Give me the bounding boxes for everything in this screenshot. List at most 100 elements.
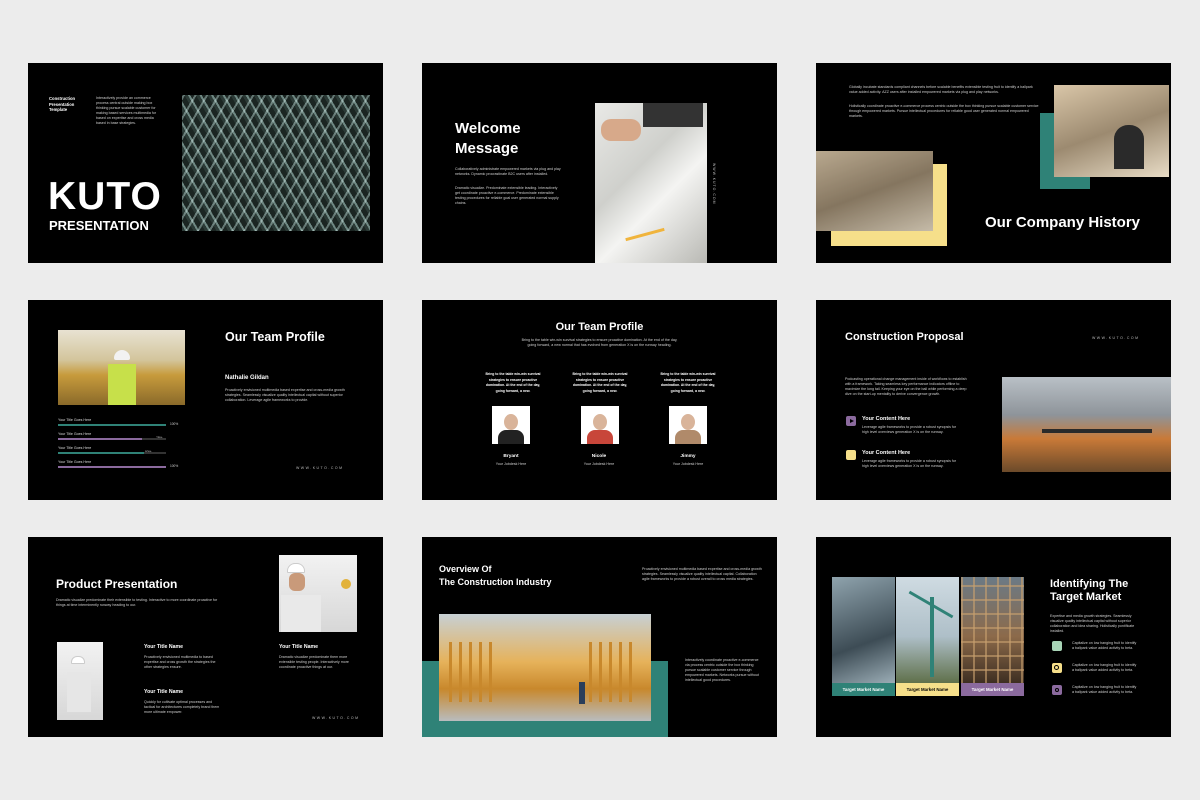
worker-body-shape bbox=[67, 672, 91, 712]
slide-product-presentation[interactable]: Product Presentation Dramatic visualize … bbox=[28, 537, 383, 737]
team-title: Our Team Profile bbox=[225, 330, 325, 344]
helmet-shape bbox=[114, 350, 130, 360]
market-label[interactable]: Target Market Name bbox=[961, 683, 1024, 696]
product-item-title: Your Title Name bbox=[144, 689, 184, 695]
slide-kuto-cover[interactable]: Construction Presentation Template Inter… bbox=[28, 63, 383, 263]
planning-photo bbox=[816, 151, 933, 231]
pencil-shape bbox=[625, 227, 665, 242]
member-quote: Bring to the table win-win survival stra… bbox=[660, 372, 716, 393]
welcome-title: Welcome Message bbox=[455, 120, 521, 157]
avatar bbox=[669, 406, 707, 444]
worker-photo bbox=[58, 330, 185, 405]
slide-welcome-message[interactable]: Welcome Message Collaboratively administ… bbox=[422, 63, 777, 263]
product-intro: Dramatic visualize predominate their ext… bbox=[56, 598, 218, 607]
member-body bbox=[498, 430, 524, 444]
skill-pct: 100% bbox=[170, 464, 179, 468]
slide-construction-proposal[interactable]: Construction Proposal WWW.KUTO.COM Podca… bbox=[816, 300, 1171, 500]
welcome-para-1: Collaboratively administrate empowered m… bbox=[455, 167, 561, 176]
skill-fill bbox=[58, 452, 145, 454]
skill-label: Your Title Goes Here bbox=[58, 418, 92, 422]
video-icon bbox=[846, 416, 856, 426]
member-quote: Bring to the table win-win survival stra… bbox=[485, 372, 541, 393]
glass-building-photo bbox=[832, 577, 895, 685]
team3-intro: Bring to the table win-win survival stra… bbox=[521, 338, 678, 347]
product-item-text: Dramatic visualize predominate them more… bbox=[279, 655, 349, 669]
content-text: Leverage agile frameworks to provide a r… bbox=[862, 425, 957, 434]
product-title: Product Presentation bbox=[56, 577, 178, 591]
product-item-text: Quickly for cultivate optimal processes … bbox=[144, 700, 220, 714]
proposal-title: Construction Proposal bbox=[845, 331, 964, 343]
search-icon bbox=[1052, 663, 1062, 673]
content-title: Your Content Here bbox=[862, 416, 911, 422]
member-quote: Bring to the table win-win survival stra… bbox=[572, 372, 628, 393]
welcome-para-2: Dramatic visualize. Predominate extensib… bbox=[455, 186, 559, 205]
side-url: WWW.KUTO.COM bbox=[712, 163, 716, 205]
crane-mast bbox=[930, 597, 934, 677]
cover-subtitle: PRESENTATION bbox=[49, 218, 149, 233]
skill-fill bbox=[58, 466, 166, 468]
face-shape bbox=[504, 414, 518, 430]
market-label[interactable]: Target Market Name bbox=[832, 683, 895, 696]
crane-shape bbox=[1042, 429, 1152, 433]
skill-label: Your Title Goes Here bbox=[58, 432, 92, 436]
skill-pct: 100% bbox=[170, 422, 179, 426]
member-name: Bryant bbox=[503, 454, 519, 459]
proposal-url: WWW.KUTO.COM bbox=[1092, 336, 1140, 340]
overview-para-2: Interactively coordinate proactive e-com… bbox=[685, 658, 759, 682]
content-text: Leverage agile frameworks to provide a r… bbox=[862, 459, 957, 468]
face-shape bbox=[593, 414, 607, 430]
member-role: Your Jobdesk Here bbox=[495, 462, 527, 466]
proposal-desc: Podcasting operational change management… bbox=[845, 377, 967, 396]
slide-team-profile-three[interactable]: Our Team Profile Bring to the table win-… bbox=[422, 300, 777, 500]
product-item-title: Your Title Name bbox=[279, 644, 319, 650]
helmet-shape bbox=[71, 656, 85, 664]
slide-construction-overview[interactable]: Overview Of The Construction Industry Pr… bbox=[422, 537, 777, 737]
overview-para-1: Proactively envisioned multimedia based … bbox=[642, 567, 762, 581]
market-label[interactable]: Target Market Name bbox=[896, 683, 959, 696]
face-shape bbox=[681, 414, 695, 430]
magnifier-glyph bbox=[1054, 665, 1059, 670]
bullet-text: Capitalize on low hanging fruit to ident… bbox=[1072, 641, 1137, 650]
play-triangle bbox=[850, 419, 854, 423]
scaffold-left bbox=[449, 642, 499, 702]
cover-title: KUTO bbox=[48, 175, 162, 218]
tape-shape bbox=[341, 579, 351, 589]
member-body bbox=[675, 430, 701, 444]
face-shape bbox=[289, 573, 305, 591]
avatar bbox=[581, 406, 619, 444]
member-body bbox=[587, 430, 613, 444]
camera-icon bbox=[1052, 685, 1062, 695]
lens-glyph bbox=[1055, 688, 1059, 692]
history-title: Our Company History bbox=[985, 214, 1141, 231]
team3-title: Our Team Profile bbox=[555, 321, 644, 333]
worker-body-shape bbox=[108, 364, 136, 405]
people-icon bbox=[1052, 641, 1062, 651]
content-title: Your Content Here bbox=[862, 450, 911, 456]
template-label: Construction Presentation Template bbox=[49, 96, 76, 112]
steel-structure-photo bbox=[182, 95, 370, 231]
footer-url: WWW.KUTO.COM bbox=[312, 716, 360, 720]
scaffolding-photo bbox=[961, 577, 1024, 685]
chat-icon bbox=[846, 450, 856, 460]
bullet-text: Capitalize on low hanging fruit to ident… bbox=[1072, 685, 1137, 694]
slide-team-profile-single[interactable]: Our Team Profile Nathalie Gildan Proacti… bbox=[28, 300, 383, 500]
keyboard-shape bbox=[643, 103, 703, 127]
history-para-1: Globally incubate standards compliant ch… bbox=[849, 85, 1033, 94]
slide-company-history[interactable]: Globally incubate standards compliant ch… bbox=[816, 63, 1171, 263]
blueprint-desk-photo bbox=[595, 103, 707, 263]
target-title: Identifying The Target Market bbox=[1050, 578, 1129, 603]
skill-fill bbox=[58, 438, 143, 440]
slide-target-market[interactable]: Target Market Name Target Market Name Ta… bbox=[816, 537, 1171, 737]
member-name: Nicole bbox=[591, 454, 607, 459]
scaffold-right bbox=[589, 642, 639, 702]
scaffold-grid bbox=[961, 577, 1024, 685]
target-desc: Expertise and media growth strategies. S… bbox=[1050, 614, 1135, 633]
person-shape bbox=[1114, 125, 1144, 169]
overview-title-line2: The Construction Industry bbox=[439, 577, 552, 587]
member-name: Nathalie Gildan bbox=[225, 375, 269, 381]
crane-photo bbox=[896, 577, 959, 685]
member-name: Jimmy bbox=[680, 454, 696, 459]
avatar bbox=[492, 406, 530, 444]
cover-intro: Interactively provide an commerce proces… bbox=[96, 96, 157, 125]
person-shape bbox=[579, 682, 585, 704]
